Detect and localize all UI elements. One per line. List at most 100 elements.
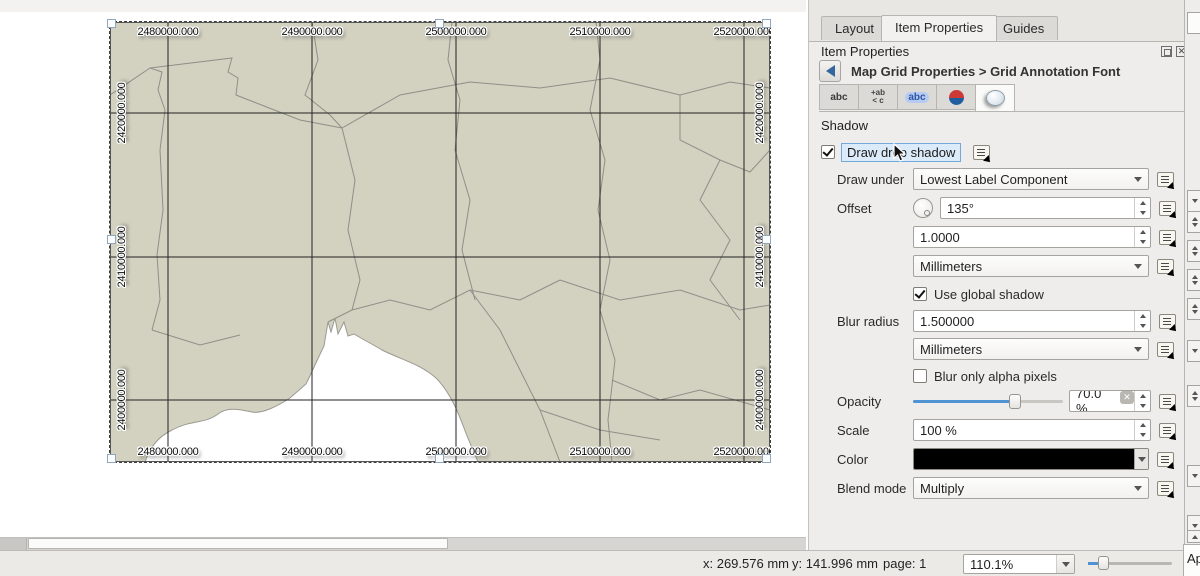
grid-label: 2510000.000 (570, 26, 631, 38)
tab-item-properties[interactable]: Item Properties (881, 15, 997, 41)
selection-handle[interactable] (762, 19, 771, 28)
cursor-y-readout: y: 141.996 mm (792, 556, 878, 571)
cursor-x-readout: x: 269.576 mm (703, 556, 789, 571)
offset-units-select[interactable]: Millimeters (913, 255, 1149, 277)
blend-mode-select[interactable]: Multiply (913, 477, 1149, 499)
blur-units-select[interactable]: Millimeters (913, 338, 1149, 360)
back-button[interactable] (819, 60, 841, 82)
grid-label: 2400000.000 (116, 370, 128, 431)
tab-text[interactable]: abc (819, 84, 859, 110)
scrollbar-thumb[interactable] (28, 538, 448, 549)
clipped-widget (1187, 190, 1200, 212)
use-global-shadow-checkbox[interactable] (913, 287, 927, 301)
grid-label: 2420000.000 (116, 83, 128, 144)
zoom-slider[interactable] (1088, 555, 1172, 571)
map-canvas (110, 22, 770, 462)
data-defined-override-icon[interactable] (1157, 452, 1174, 467)
map-frame: 2480000.000 2490000.000 2500000.000 2510… (110, 22, 770, 462)
grid-label: 2490000.000 (282, 446, 343, 458)
map-item[interactable]: 2480000.000 2490000.000 2500000.000 2510… (110, 22, 770, 462)
tab-buffer[interactable]: abc (897, 84, 937, 110)
clipped-widget (1187, 385, 1200, 407)
selection-handle[interactable] (107, 19, 116, 28)
draw-drop-shadow-checkbox[interactable] (821, 145, 835, 159)
scrollbar-left-button[interactable] (0, 538, 27, 550)
data-defined-override-icon[interactable] (1159, 423, 1176, 438)
page-readout: page: 1 (883, 556, 926, 571)
horizontal-scrollbar[interactable] (0, 537, 806, 550)
selection-handle[interactable] (762, 454, 771, 463)
selection-handle[interactable] (107, 235, 116, 244)
dial-knob (924, 210, 930, 216)
spin-down-icon[interactable] (1140, 404, 1146, 408)
spin-down-icon[interactable] (1140, 324, 1146, 328)
spin-up-icon[interactable] (1140, 314, 1146, 318)
breadcrumb: Map Grid Properties > Grid Annotation Fo… (851, 64, 1120, 79)
spin-down-icon[interactable] (1140, 433, 1146, 437)
grid-label: 2400000.000 (754, 370, 766, 431)
clipped-status-widget: Ap (1183, 544, 1200, 576)
chevron-down-icon (1134, 486, 1142, 491)
offset-angle-dial[interactable] (913, 198, 933, 218)
data-defined-override-icon[interactable] (973, 145, 990, 160)
selection-handle[interactable] (435, 19, 444, 28)
spin-up-icon[interactable] (1140, 230, 1146, 234)
chevron-down-icon (1134, 264, 1142, 269)
clipped-widget (1187, 240, 1200, 262)
clipped-widget (1187, 530, 1200, 543)
data-defined-override-icon[interactable] (1159, 314, 1176, 329)
opacity-spinner[interactable]: 70.0 % ✕ (1069, 390, 1151, 412)
tab-guides[interactable]: Guides (989, 16, 1058, 40)
chevron-down-icon (1138, 457, 1146, 462)
data-defined-override-icon[interactable] (1157, 481, 1174, 496)
layout-canvas[interactable]: 2480000.000 2490000.000 2500000.000 2510… (0, 0, 806, 536)
float-panel-icon[interactable] (1161, 46, 1172, 57)
page-top-margin (0, 0, 806, 12)
zoom-combo-arrow[interactable] (1056, 555, 1074, 573)
data-defined-override-icon[interactable] (1157, 172, 1174, 187)
shadow-color-button[interactable] (913, 448, 1149, 470)
draw-under-select[interactable]: Lowest Label Component (913, 168, 1149, 190)
spin-down-icon[interactable] (1140, 240, 1146, 244)
selection-handle[interactable] (107, 454, 116, 463)
tab-layout[interactable]: Layout (821, 16, 888, 40)
spin-down-icon[interactable] (1140, 211, 1146, 215)
spin-up-icon[interactable] (1140, 423, 1146, 427)
selection-handle[interactable] (762, 235, 771, 244)
spin-up-icon[interactable] (1140, 394, 1146, 398)
data-defined-override-icon[interactable] (1157, 342, 1174, 357)
data-defined-override-icon[interactable] (1157, 259, 1174, 274)
grid-label: 2420000.000 (754, 83, 766, 144)
data-defined-override-icon[interactable] (1159, 201, 1176, 216)
draw-under-label: Draw under (837, 172, 913, 187)
blur-alpha-checkbox[interactable] (913, 369, 927, 383)
offset-angle-spinner[interactable]: 135° (940, 197, 1151, 219)
clipped-widget (1187, 12, 1200, 34)
qgis-layout-window: 2480000.000 2490000.000 2500000.000 2510… (0, 0, 1200, 576)
spin-up-icon[interactable] (1140, 201, 1146, 205)
blur-alpha-label[interactable]: Blur only alpha pixels (934, 369, 1057, 384)
scale-spinner[interactable]: 100 % (913, 419, 1151, 441)
tab-background[interactable] (936, 84, 976, 110)
clear-icon[interactable]: ✕ (1120, 391, 1134, 404)
data-defined-override-icon[interactable] (1159, 394, 1176, 409)
formatting-icon: +ab< c (871, 89, 885, 105)
shadow-section-heading: Shadow (821, 118, 1184, 134)
offset-distance-spinner[interactable]: 1.0000 (913, 226, 1151, 248)
use-global-shadow-label[interactable]: Use global shadow (934, 287, 1044, 302)
blur-radius-spinner[interactable]: 1.500000 (913, 310, 1151, 332)
selection-handle[interactable] (435, 454, 444, 463)
scale-label: Scale (837, 423, 913, 438)
back-arrow-icon (826, 65, 835, 77)
slider-handle[interactable] (1009, 394, 1021, 409)
color-label: Color (837, 452, 913, 467)
data-defined-override-icon[interactable] (1159, 230, 1176, 245)
tab-formatting[interactable]: +ab< c (858, 84, 898, 110)
tab-shadow[interactable] (975, 84, 1015, 112)
status-bar: x: 269.576 mm y: 141.996 mm page: 1 110.… (0, 550, 1200, 576)
color-swatch (914, 449, 1134, 469)
opacity-slider[interactable] (913, 390, 1063, 412)
zoom-level-combo[interactable]: 110.1% (963, 554, 1075, 574)
zoom-slider-handle[interactable] (1098, 556, 1109, 570)
font-subtab-bar: abc +ab< c abc (819, 84, 1184, 112)
